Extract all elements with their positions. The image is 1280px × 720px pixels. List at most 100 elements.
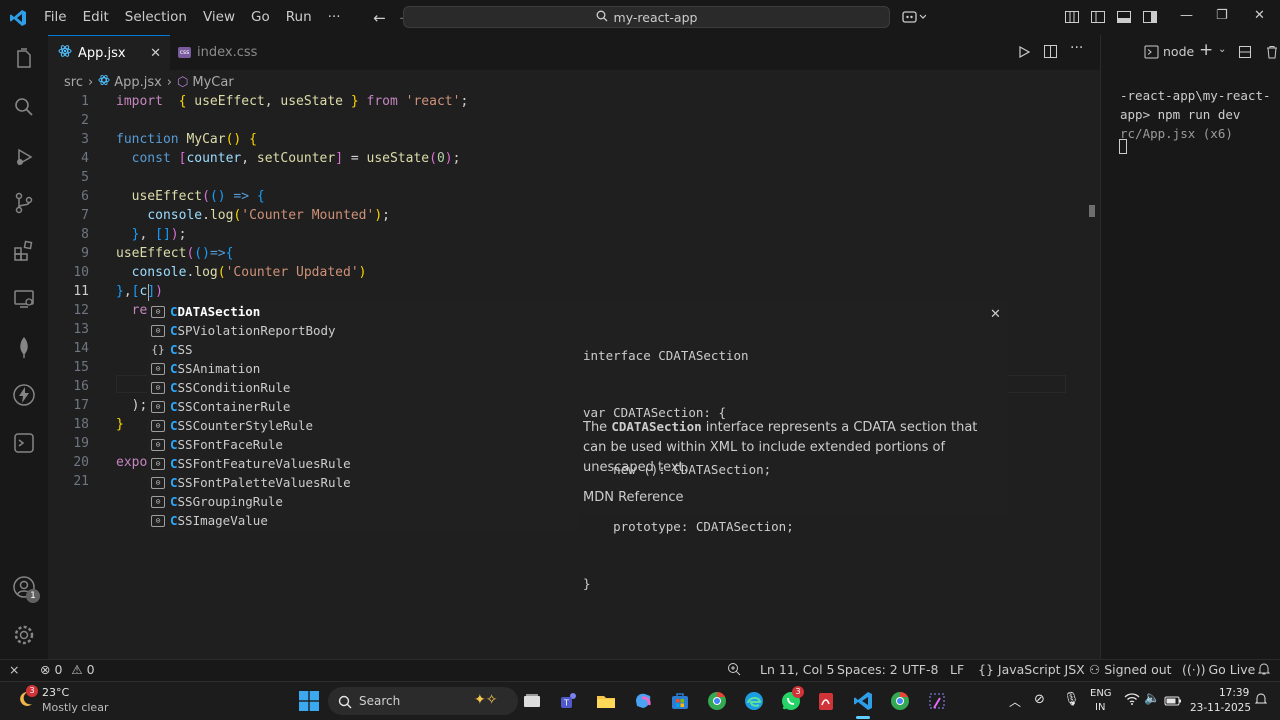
explorer-icon[interactable] (12, 47, 36, 71)
chrome-icon[interactable] (706, 690, 728, 712)
chevron-down-icon[interactable]: ⌄ (1218, 44, 1226, 55)
minimize-icon[interactable]: — (1180, 8, 1193, 23)
menu-file[interactable]: File (36, 0, 75, 35)
terminal-shell-label[interactable]: node (1163, 44, 1194, 59)
menu-edit[interactable]: Edit (75, 0, 117, 35)
suggestion-item[interactable]: ⊙ C SSFontFaceRule (147, 435, 580, 454)
network-off-icon[interactable]: ⊘ (1034, 692, 1045, 707)
microsoft-store-icon[interactable] (669, 690, 691, 712)
chrome-profile-icon[interactable] (889, 690, 911, 712)
lang-label-bottom[interactable]: IN (1095, 702, 1105, 713)
taskbar-search-box[interactable]: Search ✦✧ (328, 687, 518, 715)
new-terminal-icon[interactable]: + (1199, 40, 1213, 60)
breadcrumb-folder[interactable]: src (64, 75, 83, 90)
mongodb-leaf-icon[interactable] (12, 335, 36, 359)
restore-icon[interactable]: ❐ (1216, 8, 1228, 23)
language-mode[interactable]: {} JavaScript JSX (978, 662, 1085, 677)
clock-time[interactable]: 17:39 (1219, 687, 1249, 699)
suggestion-item[interactable]: {} C SS (147, 340, 580, 359)
suggest-widget[interactable]: ⊙ C DATASection ⊙ C SPViolationReportBody{} C S… (147, 302, 580, 530)
source-control-icon[interactable] (12, 191, 36, 215)
menu-selection[interactable]: Selection (117, 0, 195, 35)
go-live-button[interactable]: ((·)) Go Live (1182, 662, 1255, 677)
task-view-icon[interactable] (521, 690, 543, 712)
teams-icon[interactable]: T (558, 690, 580, 712)
microphone-icon[interactable]: 🎙 (1063, 692, 1080, 707)
terminal-shell-icon[interactable] (1144, 44, 1159, 63)
weather-icon[interactable]: 3 (14, 685, 38, 714)
account-status[interactable]: ⚇ Signed out (1089, 662, 1172, 677)
pdf-reader-icon[interactable] (815, 690, 837, 712)
cursor-position[interactable]: Ln 11, Col 5 (760, 662, 835, 677)
tab-index-css[interactable]: css index.css (178, 35, 298, 70)
snipping-tool-icon[interactable] (926, 690, 948, 712)
copilot-app-icon[interactable] (632, 690, 654, 712)
file-explorer-icon[interactable] (595, 690, 617, 712)
close-details-icon[interactable]: ✕ (990, 307, 1001, 322)
notifications-bell-icon[interactable] (1257, 662, 1271, 679)
back-arrow-icon[interactable]: ← (367, 9, 393, 27)
wifi-icon[interactable] (1124, 691, 1140, 710)
volume-icon[interactable]: 🔈 (1144, 691, 1160, 706)
suggestion-item[interactable]: ⊙ C SSContainerRule (147, 397, 580, 416)
suggestion-item[interactable]: ⊙ C SSCounterStyleRule (147, 416, 580, 435)
tab-app-jsx[interactable]: App.jsx ✕ (48, 35, 170, 70)
suggestion-item[interactable]: ⊙ C SSFontFeatureValuesRule (147, 454, 580, 473)
end-of-line[interactable]: LF (950, 662, 964, 677)
run-icon[interactable] (1017, 44, 1031, 63)
start-windows-icon[interactable] (299, 691, 319, 715)
suggestion-item[interactable]: ⊙ C SSGroupingRule (147, 492, 580, 511)
edge-icon[interactable] (743, 690, 765, 712)
vscode-taskbar-icon[interactable] (852, 690, 874, 719)
maximize-panel-icon[interactable] (1238, 44, 1252, 63)
suggestion-item[interactable]: ⊙ C SSImageValue (147, 511, 580, 530)
thunder-client-icon[interactable] (12, 383, 36, 407)
menu-view[interactable]: View (195, 0, 243, 35)
whatsapp-icon[interactable]: 3 (780, 686, 804, 712)
remote-explorer-icon[interactable] (12, 287, 36, 311)
menu-go[interactable]: Go (243, 0, 278, 35)
terminal-scrollbar[interactable] (1089, 205, 1095, 217)
menu-run[interactable]: Run (278, 0, 320, 35)
customize-layout-icon[interactable] (1064, 9, 1080, 25)
remote-indicator-icon[interactable]: ⨯ (9, 662, 19, 677)
close-tab-icon[interactable]: ✕ (150, 46, 161, 61)
search-sidebar-icon[interactable] (12, 95, 36, 119)
clock-date[interactable]: 23-11-2025 (1190, 702, 1251, 714)
split-editor-icon[interactable] (1043, 44, 1058, 63)
command-center-search[interactable]: my-react-app (403, 6, 890, 28)
toggle-secondary-sidebar-icon[interactable] (1142, 9, 1158, 25)
line-number: 7 (81, 208, 89, 223)
breadcrumb-file[interactable]: App.jsx (114, 75, 162, 90)
menu-more[interactable]: ··· (320, 0, 349, 35)
breadcrumb-symbol[interactable]: MyCar (192, 75, 233, 90)
suggestion-item[interactable]: ⊙ C SPViolationReportBody (147, 321, 580, 340)
toggle-panel-icon[interactable] (1116, 9, 1132, 25)
copilot-icon[interactable] (902, 9, 927, 25)
notification-center-icon[interactable] (1254, 691, 1268, 710)
run-debug-icon[interactable] (12, 145, 36, 169)
problems-indicator[interactable]: ⊗ 0 ⚠ 0 (40, 662, 95, 677)
mdn-reference-link[interactable]: MDN Reference (583, 490, 684, 505)
lang-label-top[interactable]: ENG (1090, 688, 1112, 699)
close-window-icon[interactable]: ✕ (1254, 8, 1265, 23)
class-symbol-icon: ⊙ (151, 324, 165, 337)
suggestion-item[interactable]: ⊙ C DATASection (147, 302, 580, 321)
chevron-up-icon[interactable]: ︿ (1009, 693, 1021, 710)
weather-temp[interactable]: 23°C (42, 686, 69, 699)
more-actions-icon[interactable]: ··· (1070, 40, 1083, 56)
manage-gear-icon[interactable] (12, 623, 36, 647)
suggestion-item[interactable]: ⊙ C SSAnimation (147, 359, 580, 378)
encoding[interactable]: UTF-8 (902, 662, 938, 677)
extensions-icon[interactable] (12, 239, 36, 263)
trash-icon[interactable] (1265, 44, 1279, 63)
suggestion-item[interactable]: ⊙ C SSFontPaletteValuesRule (147, 473, 580, 492)
indentation[interactable]: Spaces: 2 (837, 662, 898, 677)
accounts-icon[interactable]: 1 (12, 575, 40, 603)
zoom-icon[interactable] (727, 662, 741, 679)
testing-flask-icon[interactable] (12, 431, 36, 455)
weather-desc[interactable]: Mostly clear (42, 701, 108, 714)
suggestion-item[interactable]: ⊙ C SSConditionRule (147, 378, 580, 397)
battery-icon[interactable] (1164, 692, 1182, 711)
toggle-primary-sidebar-icon[interactable] (1090, 9, 1106, 25)
